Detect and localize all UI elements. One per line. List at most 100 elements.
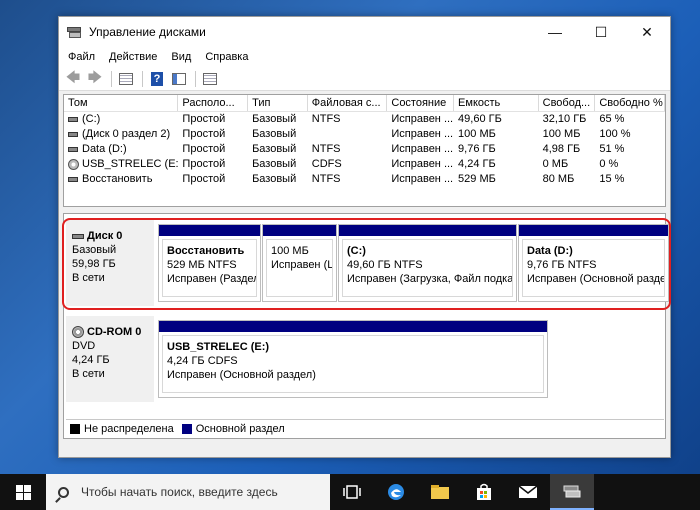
back-arrow-icon[interactable]: 🡄 [63,69,83,88]
close-button[interactable]: ✕ [624,17,670,47]
volume-capacity: 49,60 ГБ [458,113,502,125]
volume-free-percent: 15 % [599,173,625,185]
col-header-free-percent[interactable]: Свободно % [595,95,665,111]
col-header-status[interactable]: Состояние [387,95,455,111]
disk-type: Базовый [72,244,117,256]
disk-size: 59,98 ГБ [72,258,116,270]
partition-status: Исправен (Ц [271,259,333,271]
volume-free: 32,10 ГБ [542,113,587,125]
console-icon[interactable] [169,70,189,88]
drive-icon [68,146,78,152]
volume-name: (Диск 0 раздел 2) [82,128,171,140]
start-button[interactable] [0,474,46,510]
partition-bar [263,225,336,236]
drive-icon [68,116,78,122]
cdrom-0-label[interactable]: CD-ROM 0 DVD 4,24 ГБ В сети [66,316,154,402]
toolbar-separator [142,70,143,87]
disk-0-label[interactable]: Диск 0 Базовый 59,98 ГБ В сети [66,220,154,306]
volume-layout: Простой [182,173,226,185]
col-header-filesystem[interactable]: Файловая с... [308,95,388,111]
legend: Не распределена Основной раздел [66,419,664,437]
partition-bar [339,225,516,236]
help-icon[interactable]: ? [147,70,167,88]
search-icon [58,486,69,498]
partition-size: 529 МБ NTFS [167,259,237,271]
menu-view[interactable]: Вид [164,51,198,63]
volume-status: Исправен ... [391,173,454,185]
drive-icon [68,131,78,137]
minimize-button[interactable]: — [532,17,578,47]
menu-bar: Файл Действие Вид Справка [59,47,670,67]
table-row[interactable]: (Диск 0 раздел 2) Простой Базовый Исправ… [64,127,665,142]
table-row[interactable]: Восстановить Простой Базовый NTFS Исправ… [64,172,665,187]
partition-size: 4,24 ГБ CDFS [167,355,238,367]
disk-name: CD-ROM 0 [87,326,142,338]
title-bar[interactable]: Управление дисками — ☐ ✕ [59,17,670,47]
volume-status: Исправен ... [391,143,454,155]
explorer-icon[interactable] [418,474,462,510]
volume-free: 4,98 ГБ [542,143,581,155]
col-header-free[interactable]: Свобод... [539,95,596,111]
volume-name: (C:) [82,113,101,125]
mail-icon[interactable] [506,474,550,510]
col-header-layout[interactable]: Располо... [178,95,249,111]
task-view-icon[interactable] [330,474,374,510]
table-row[interactable]: (C:) Простой Базовый NTFS Исправен ... 4… [64,112,665,127]
maximize-button[interactable]: ☐ [578,17,624,47]
table-row[interactable]: Data (D:) Простой Базовый NTFS Исправен … [64,142,665,157]
partition-bar [159,321,547,332]
volume-type: Базовый [252,158,297,170]
partition-d[interactable]: Data (D:) 9,76 ГБ NTFS Исправен (Основно… [518,224,669,302]
volume-free: 80 МБ [542,173,575,185]
rescan-icon[interactable] [200,70,220,88]
volume-capacity: 100 МБ [458,128,496,140]
partition-name: Data (D:) [527,245,573,257]
partition-status: Исправен (Основной раздел [527,273,665,285]
col-header-capacity[interactable]: Емкость [454,95,539,111]
menu-help[interactable]: Справка [198,51,255,63]
volume-filesystem: NTFS [311,173,341,185]
partition-name: Восстановить [167,245,245,257]
disk-size: 4,24 ГБ [72,354,110,366]
volume-filesystem: NTFS [311,143,341,155]
menu-file[interactable]: Файл [61,51,102,63]
search-placeholder: Чтобы начать поиск, введите здесь [81,485,278,499]
toolbar-separator [195,70,196,87]
table-row[interactable]: USB_STRELEC (E:) Простой Базовый CDFS Ис… [64,157,665,172]
volume-type: Базовый [252,113,297,125]
partition-bar [159,225,260,236]
partition-size: 49,60 ГБ NTFS [347,259,423,271]
volume-capacity: 4,24 ГБ [458,158,496,170]
menu-action[interactable]: Действие [102,51,164,63]
disk-graphical-view: Диск 0 Базовый 59,98 ГБ В сети Восстанов… [62,213,671,439]
taskbar-search[interactable]: Чтобы начать поиск, введите здесь [46,474,330,510]
volume-filesystem [308,127,388,142]
partition-c[interactable]: (C:) 49,60 ГБ NTFS Исправен (Загрузка, Ф… [338,224,517,302]
volume-free-percent: 65 % [599,113,625,125]
partition-status: Исправен (Раздел [167,273,257,285]
legend-swatch-primary [181,423,192,434]
toolbar-separator [111,70,112,87]
volume-type: Базовый [252,128,297,140]
partition-e[interactable]: USB_STRELEC (E:) 4,24 ГБ CDFS Исправен (… [158,320,548,398]
volume-free-percent: 0 % [599,158,619,170]
volume-capacity: 9,76 ГБ [458,143,496,155]
store-icon[interactable] [462,474,506,510]
partition-efi[interactable]: 100 МБ Исправен (Ц [262,224,337,302]
col-header-type[interactable]: Тип [248,95,308,111]
partition-status: Исправен (Основной раздел) [167,369,316,381]
drive-icon [68,176,78,182]
taskbar: Чтобы начать поиск, введите здесь [0,474,700,510]
forward-arrow-icon[interactable]: 🡆 [85,69,105,88]
volume-type: Базовый [252,173,297,185]
disk-management-taskbar-icon[interactable] [550,474,594,510]
col-header-volume[interactable]: Том [64,95,179,111]
edge-icon[interactable] [374,474,418,510]
partition-name: USB_STRELEC (E:) [167,341,270,353]
disk-status: В сети [72,272,105,284]
partition-recovery[interactable]: Восстановить 529 МБ NTFS Исправен (Разде… [158,224,261,302]
properties-icon[interactable] [116,70,136,88]
disk-management-app-icon [67,25,83,39]
disk-name: Диск 0 [87,230,123,242]
legend-swatch-unallocated [70,423,80,434]
